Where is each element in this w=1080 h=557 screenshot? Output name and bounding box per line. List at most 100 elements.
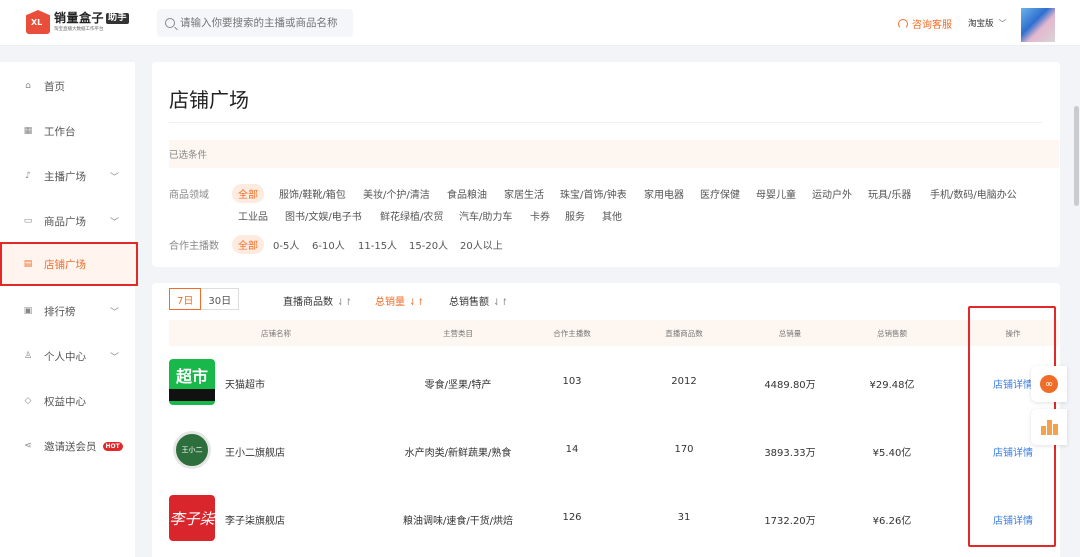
anchor-count: 103 xyxy=(562,376,582,387)
float-link-button[interactable]: ∞ xyxy=(1031,366,1067,402)
column-header: 操作 xyxy=(1005,329,1021,338)
search-input[interactable] xyxy=(180,17,340,29)
shop-detail-link[interactable]: 店铺详情 xyxy=(993,444,1033,459)
anchor-count-option[interactable]: 15-20人 xyxy=(409,237,448,252)
customer-service-button[interactable]: 咨询客服 xyxy=(898,16,952,31)
logo-title-text: 销量盒子 xyxy=(54,11,105,25)
tab-30d[interactable]: 30日 xyxy=(201,288,240,310)
category-option[interactable]: 美妆/个护/清洁 xyxy=(363,186,430,201)
category-option[interactable]: 工业品 xyxy=(238,208,268,223)
sidebar-item-home[interactable]: ⌂ 首页 xyxy=(0,64,135,108)
shop-name[interactable]: 王小二旗舰店 xyxy=(225,444,285,459)
category-option[interactable]: 玩具/乐器 xyxy=(868,186,911,201)
sidebar-item-shop-square[interactable]: ▤ 店铺广场 xyxy=(0,242,138,286)
shop-logo-text: 超市 xyxy=(175,367,208,386)
platform-select[interactable]: 淘宝版 ﹀ xyxy=(968,17,1007,30)
category-option[interactable]: 珠宝/首饰/钟表 xyxy=(560,186,627,201)
shop-logo-text: 李子柒 xyxy=(169,509,215,528)
category-option[interactable]: 鲜花绿植/农贸 xyxy=(380,208,443,223)
category-option[interactable]: 家居生活 xyxy=(504,186,544,201)
avatar[interactable] xyxy=(1021,8,1055,42)
shop-detail-link[interactable]: 店铺详情 xyxy=(993,512,1033,527)
sidebar-item-label: 商品广场 xyxy=(44,215,86,228)
category-option[interactable]: 服饰/鞋靴/箱包 xyxy=(279,186,346,201)
customer-service-label: 咨询客服 xyxy=(912,20,952,31)
category-option[interactable]: 其他 xyxy=(602,208,622,223)
anchor-count-option[interactable]: 20人以上 xyxy=(460,237,503,252)
column-header: 总销量 xyxy=(778,329,802,338)
diamond-icon: ◇ xyxy=(24,396,32,406)
shop-name[interactable]: 李子柒旗舰店 xyxy=(225,512,285,527)
user-icon: ♙ xyxy=(23,351,33,361)
sidebar-item-personal-center[interactable]: ♙ 个人中心 ﹀ xyxy=(0,334,135,378)
bag-icon: ▭ xyxy=(23,216,33,226)
logo[interactable]: XL 销量盒子 助手 淘宝直播大数据工作平台 xyxy=(26,10,130,34)
sidebar-item-label: 工作台 xyxy=(44,125,76,138)
sort-sales[interactable]: 总销量 ⇃↾ xyxy=(375,293,424,308)
category-option[interactable]: 图书/文娱/电子书 xyxy=(285,208,362,223)
float-chart-button[interactable] xyxy=(1031,409,1067,445)
category-option[interactable]: 家用电器 xyxy=(644,186,684,201)
sidebar-item-label: 权益中心 xyxy=(44,395,86,408)
category-option[interactable]: 母婴儿童 xyxy=(756,186,796,201)
column-header: 店铺名称 xyxy=(261,329,291,338)
mic-icon: ♪ xyxy=(25,171,31,181)
sort-revenue[interactable]: 总销售额 ⇃↾ xyxy=(449,293,508,308)
tab-7d[interactable]: 7日 xyxy=(169,288,202,310)
logo-mark-text: XL xyxy=(31,18,43,27)
search-box[interactable] xyxy=(157,9,353,37)
shop-logo[interactable]: 李子柒 xyxy=(169,495,215,541)
shop-table-panel: 7日 30日 直播商品数 ⇃↾ 总销量 ⇃↾ 总销售额 ⇃↾ 店铺名称 主营类目 合作主播… xyxy=(152,283,1060,557)
sort-products[interactable]: 直播商品数 ⇃↾ xyxy=(283,293,352,308)
period-tabs: 7日 30日 xyxy=(169,288,240,310)
shop-name[interactable]: 天猫超市 xyxy=(225,376,265,391)
sort-icon: ⇃↾ xyxy=(409,298,425,308)
sidebar-item-label: 个人中心 xyxy=(44,350,86,363)
category-filter-label: 商品领域 xyxy=(169,190,209,201)
sidebar-item-benefits-center[interactable]: ◇ 权益中心 xyxy=(0,379,135,423)
product-count: 31 xyxy=(677,512,691,523)
table-row[interactable]: 超市 天猫超市 零食/坚果/特产 103 2012 4489.80万 ¥29.48亿 店铺详情 xyxy=(169,348,1059,416)
sidebar-item-label: 邀请送会员 xyxy=(44,440,97,453)
sidebar-item-workbench[interactable]: ▦ 工作台 xyxy=(0,109,135,153)
shop-logo[interactable]: 超市 xyxy=(169,359,215,405)
category-option[interactable]: 医疗保健 xyxy=(700,186,740,201)
sidebar-item-label: 排行榜 xyxy=(44,305,76,318)
chevron-down-icon: ﹀ xyxy=(109,217,119,228)
rank-icon: ▣ xyxy=(23,306,33,316)
category-option[interactable]: 卡券 xyxy=(530,208,550,223)
column-header: 直播商品数 xyxy=(665,329,703,338)
total-sales: 4489.80万 xyxy=(764,380,816,391)
category-option[interactable]: 食品粮油 xyxy=(447,186,487,201)
shop-logo-text: 王小二 xyxy=(181,446,203,454)
logo-subtitle: 淘宝直播大数据工作平台 xyxy=(54,26,104,32)
table-row[interactable]: 王小二 王小二旗舰店 水产肉类/新鲜蔬果/熟食 14 170 3893.33万 ¥5.40亿… xyxy=(169,416,1059,484)
total-revenue: ¥5.40亿 xyxy=(872,448,912,459)
category-option[interactable]: 手机/数码/电脑办公 xyxy=(930,186,1017,201)
sidebar-item-anchor-square[interactable]: ♪ 主播广场 ﹀ xyxy=(0,154,135,198)
category-option[interactable]: 运动户外 xyxy=(812,186,852,201)
sidebar: ⌂ 首页 ▦ 工作台 ♪ 主播广场 ﹀ ▭ 商品广场 ﹀ ▤ 店铺广场 ▣ 排行榜 ﹀ ♙ 个人中心 ﹀ ◇ 权益中心… xyxy=(0,62,138,557)
anchor-count-option[interactable]: 0-5人 xyxy=(273,237,299,252)
main-category: 零食/坚果/特产 xyxy=(424,380,492,391)
logo-title: 销量盒子 助手 xyxy=(54,11,130,25)
sidebar-item-ranking[interactable]: ▣ 排行榜 ﹀ xyxy=(0,289,135,333)
total-revenue: ¥6.26亿 xyxy=(872,516,912,527)
sidebar-item-invite[interactable]: ⋖ 邀请送会员 HOT xyxy=(0,424,135,468)
sort-icon: ⇃↾ xyxy=(493,298,509,308)
category-option[interactable]: 全部 xyxy=(232,184,264,203)
anchor-count-option[interactable]: 11-15人 xyxy=(358,237,397,252)
product-count: 2012 xyxy=(671,376,697,387)
category-option[interactable]: 汽车/助力车 xyxy=(459,208,512,223)
table-row[interactable]: 李子柒 李子柒旗舰店 粮油调味/速食/干货/烘焙 126 31 1732.20万 ¥6.26… xyxy=(169,484,1059,552)
sidebar-item-product-square[interactable]: ▭ 商品广场 ﹀ xyxy=(0,199,135,243)
selected-conditions-label: 已选条件 xyxy=(169,150,208,161)
chevron-down-icon: ﹀ xyxy=(109,352,119,363)
scrollbar[interactable] xyxy=(1073,46,1080,557)
anchor-count-option[interactable]: 6-10人 xyxy=(312,237,345,252)
shop-detail-link[interactable]: 店铺详情 xyxy=(993,376,1033,391)
shop-logo[interactable]: 王小二 xyxy=(169,427,215,473)
scrollbar-thumb[interactable] xyxy=(1074,106,1079,206)
category-option[interactable]: 服务 xyxy=(565,208,585,223)
anchor-count-option[interactable]: 全部 xyxy=(232,235,264,254)
